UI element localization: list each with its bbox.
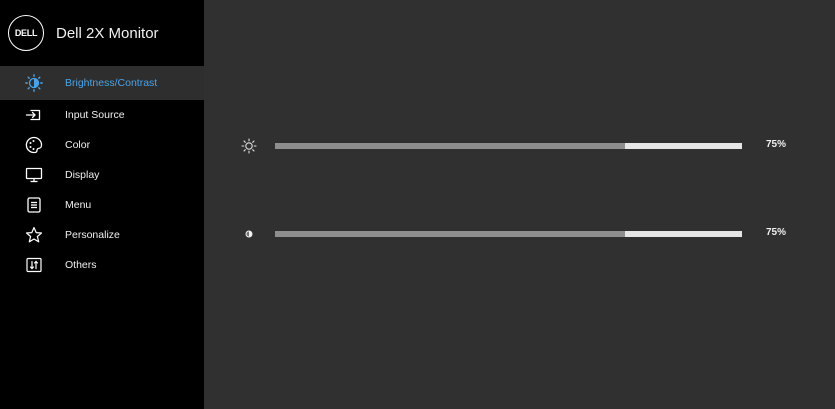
contrast-value: 75% bbox=[766, 227, 787, 238]
osd-sidebar: DELL Dell 2X Monitor Brightness/Contrast… bbox=[0, 0, 204, 409]
star-icon bbox=[25, 226, 43, 244]
menu-item-label: Input Source bbox=[65, 109, 125, 121]
brightness-slider-row[interactable]: 75% bbox=[204, 136, 835, 156]
contrast-slider[interactable] bbox=[275, 231, 742, 237]
menu-item-label: Display bbox=[65, 169, 100, 181]
menu-item-menu[interactable]: Menu bbox=[0, 190, 204, 220]
brightness-icon bbox=[25, 74, 43, 92]
contrast-icon bbox=[241, 226, 257, 242]
menu-item-brightness-contrast[interactable]: Brightness/Contrast bbox=[0, 66, 204, 100]
menu-item-label: Menu bbox=[65, 199, 92, 211]
others-icon bbox=[25, 256, 43, 274]
sun-icon bbox=[241, 138, 257, 154]
menu-item-others[interactable]: Others bbox=[0, 250, 204, 280]
menu-item-display[interactable]: Display bbox=[0, 160, 204, 190]
menu-list-icon bbox=[25, 196, 43, 214]
brightness-slider-fill bbox=[275, 143, 626, 149]
osd-header: DELL Dell 2X Monitor bbox=[0, 0, 204, 66]
palette-icon bbox=[25, 136, 43, 154]
osd-menu: Brightness/Contrast Input Source Color D… bbox=[0, 66, 204, 280]
contrast-slider-row[interactable]: 75% bbox=[204, 224, 835, 244]
input-source-icon bbox=[25, 106, 43, 124]
dell-logo: DELL bbox=[8, 15, 44, 51]
brightness-slider[interactable] bbox=[275, 143, 742, 149]
brightness-value: 75% bbox=[766, 139, 787, 150]
monitor-icon bbox=[25, 166, 43, 184]
menu-item-label: Others bbox=[65, 259, 97, 271]
contrast-slider-fill bbox=[275, 231, 626, 237]
menu-item-personalize[interactable]: Personalize bbox=[0, 220, 204, 250]
menu-item-label: Brightness/Contrast bbox=[65, 77, 158, 89]
menu-item-color[interactable]: Color bbox=[0, 130, 204, 160]
menu-item-input-source[interactable]: Input Source bbox=[0, 100, 204, 130]
monitor-model-title: Dell 2X Monitor bbox=[56, 24, 159, 42]
settings-panel: 75% 75% bbox=[204, 0, 835, 409]
menu-item-label: Color bbox=[65, 139, 91, 151]
menu-item-label: Personalize bbox=[65, 229, 120, 241]
